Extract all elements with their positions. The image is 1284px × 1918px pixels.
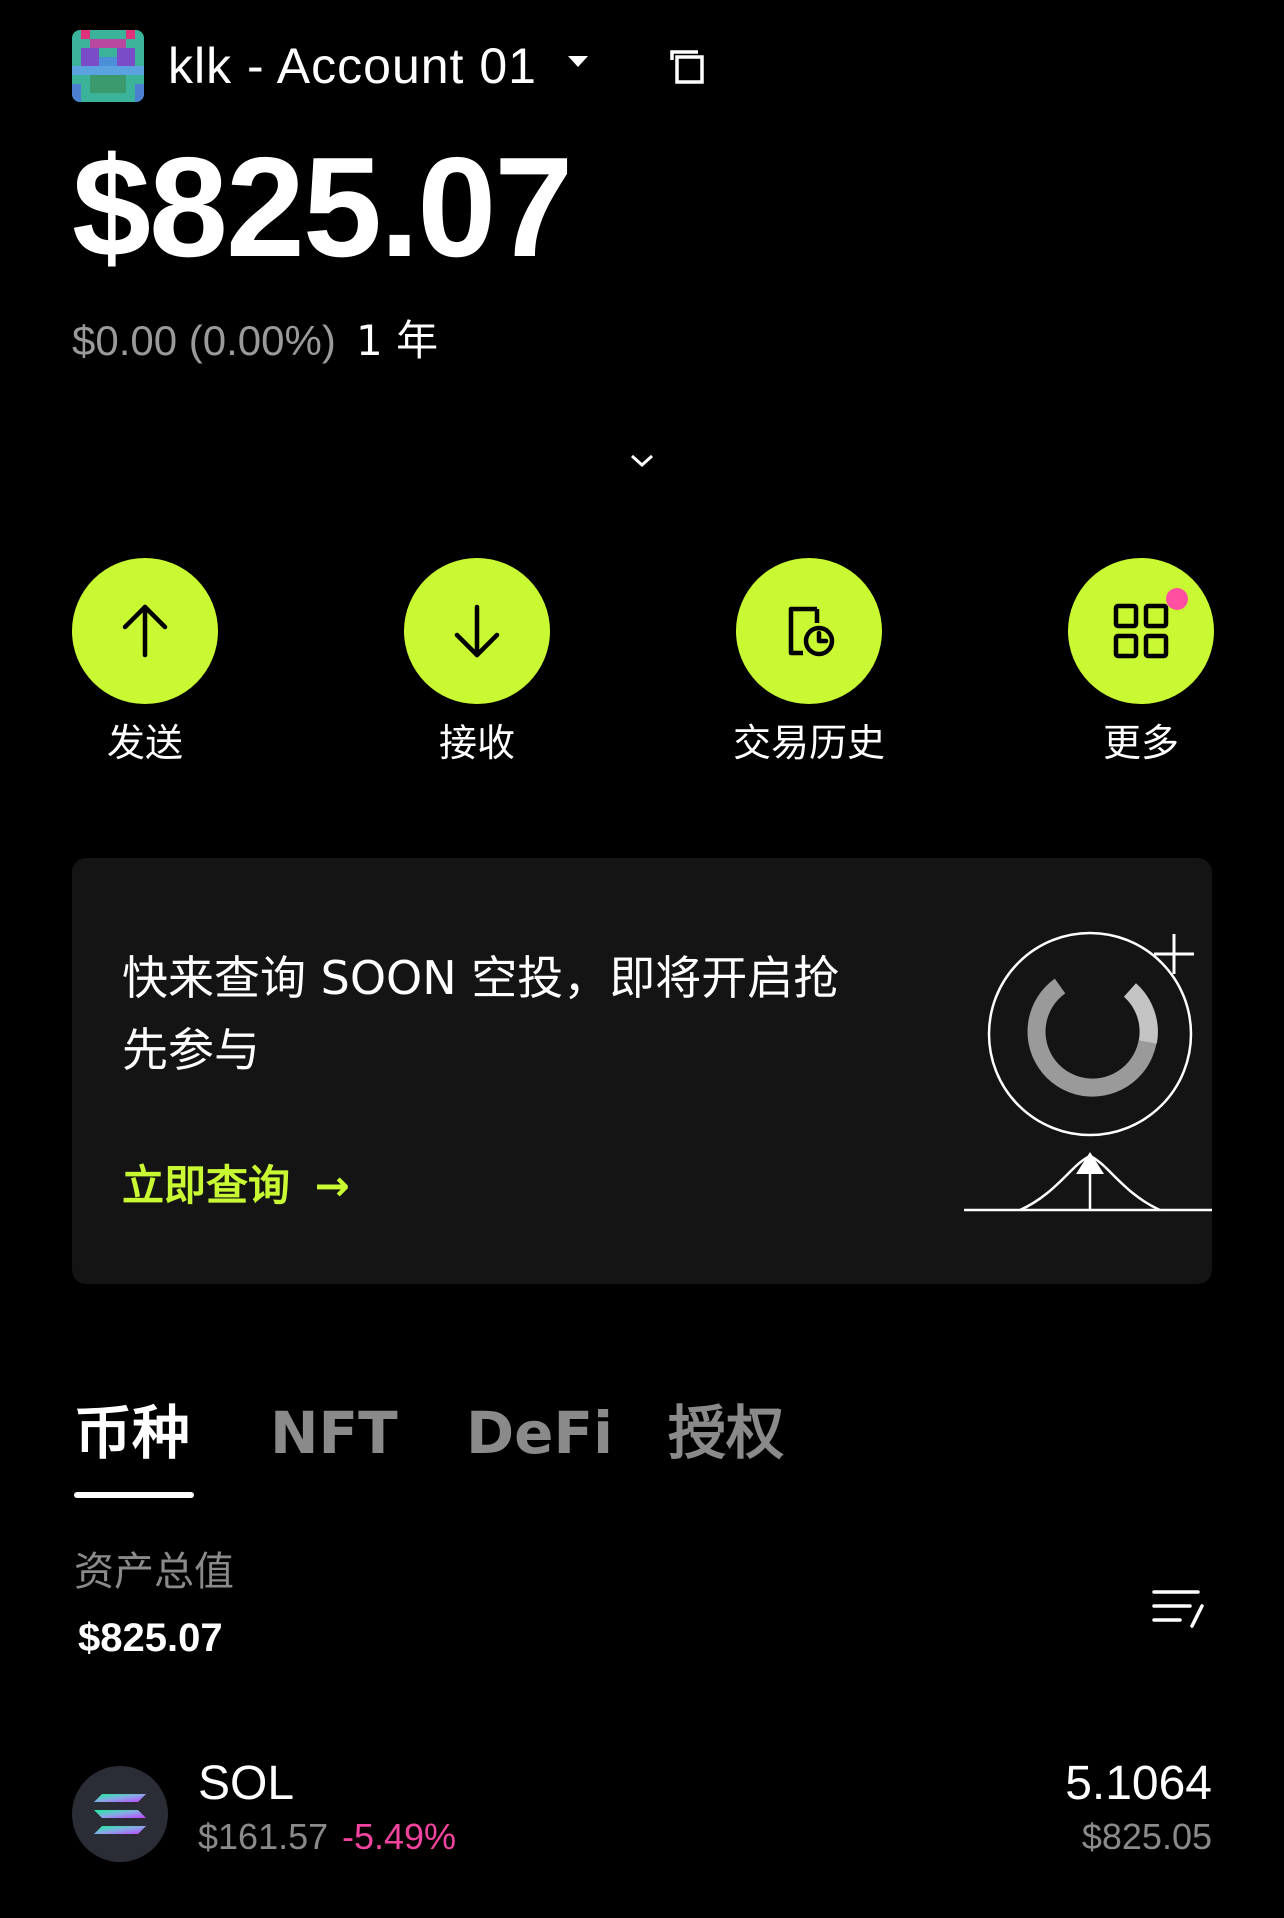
send-label: 发送 bbox=[106, 721, 183, 765]
send-button[interactable]: 发送 bbox=[72, 558, 218, 768]
arrow-right-icon: → bbox=[314, 1161, 350, 1210]
active-tab-indicator bbox=[74, 1492, 194, 1498]
account-name[interactable]: klk - Account 01 bbox=[168, 34, 537, 98]
period-selector[interactable]: 1 年 bbox=[356, 313, 438, 369]
arrow-up-icon bbox=[122, 604, 168, 658]
tab-defi[interactable]: DeFi bbox=[466, 1396, 613, 1470]
token-amount: 5.1064 bbox=[1065, 1757, 1212, 1810]
receive-circle[interactable] bbox=[404, 558, 550, 704]
sort-icon[interactable] bbox=[1150, 1584, 1206, 1632]
more-circle[interactable] bbox=[1068, 558, 1214, 704]
total-assets-value: $825.07 bbox=[78, 1616, 223, 1660]
token-price: $161.57 bbox=[198, 1816, 329, 1857]
promo-link-label: 立即查询 bbox=[122, 1161, 291, 1210]
more-button[interactable]: 更多 bbox=[1068, 558, 1214, 768]
sol-logo-icon bbox=[72, 1766, 168, 1862]
total-balance: $825.07 bbox=[72, 128, 573, 287]
history-label: 交易历史 bbox=[732, 721, 885, 765]
total-assets-label: 资产总值 bbox=[74, 1549, 234, 1595]
airdrop-illustration bbox=[960, 924, 1216, 1214]
account-avatar[interactable] bbox=[72, 30, 144, 102]
copy-icon[interactable] bbox=[668, 48, 706, 86]
more-label: 更多 bbox=[1102, 721, 1179, 765]
history-icon bbox=[788, 606, 835, 657]
arrow-down-icon bbox=[454, 604, 500, 658]
receive-button[interactable]: 接收 bbox=[404, 558, 550, 768]
token-change: -5.49% bbox=[342, 1816, 457, 1857]
chevron-down-icon[interactable] bbox=[628, 452, 656, 470]
tab-nft[interactable]: NFT bbox=[270, 1396, 398, 1470]
promo-banner-link[interactable]: 立即查询 → bbox=[122, 1158, 350, 1214]
token-symbol[interactable]: SOL bbox=[198, 1754, 294, 1814]
promo-banner-text: 快来查询 SOON 空投，即将开启抢先参与 bbox=[122, 951, 840, 1077]
history-button[interactable]: 交易历史 bbox=[733, 558, 885, 768]
grid-icon bbox=[1113, 603, 1169, 659]
notification-dot bbox=[1166, 588, 1188, 610]
tab-approvals[interactable]: 授权 bbox=[668, 1396, 784, 1470]
send-circle[interactable] bbox=[72, 558, 218, 704]
balance-change: $0.00 (0.00%) bbox=[72, 317, 336, 364]
receive-label: 接收 bbox=[438, 721, 515, 765]
token-value: $825.05 bbox=[1081, 1816, 1212, 1857]
history-circle[interactable] bbox=[736, 558, 882, 704]
account-dropdown-icon[interactable] bbox=[568, 56, 588, 67]
tab-tokens[interactable]: 币种 bbox=[74, 1396, 190, 1470]
